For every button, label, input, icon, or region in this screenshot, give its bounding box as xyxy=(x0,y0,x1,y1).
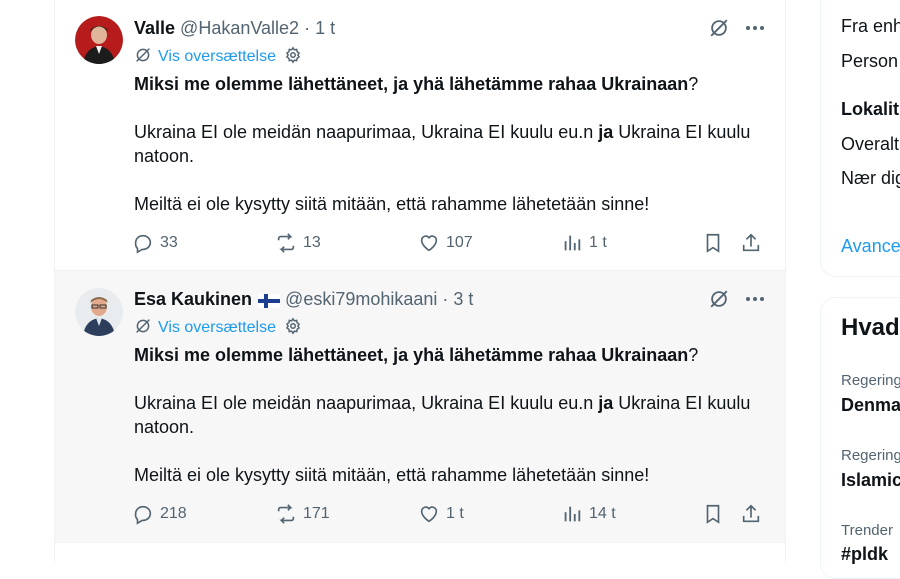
repost-button[interactable]: 171 xyxy=(275,501,330,527)
reply-icon xyxy=(134,505,152,525)
tweet[interactable]: Valle @HakanValle2 · 1 t Vis oversættels… xyxy=(55,0,785,271)
trend-name[interactable]: Denma xyxy=(841,395,900,416)
tweet-top-icons xyxy=(707,16,767,40)
translation-settings-gear-icon[interactable] xyxy=(284,317,302,340)
views-button[interactable]: 14 t xyxy=(561,501,616,527)
like-count: 107 xyxy=(446,234,473,251)
reply-count: 218 xyxy=(160,505,187,522)
tweet-top-icons xyxy=(707,287,767,311)
finnish-flag-icon xyxy=(258,292,281,308)
grok-icon[interactable] xyxy=(707,287,731,311)
reply-count: 33 xyxy=(160,234,178,251)
filter-option[interactable]: Fra enh xyxy=(841,16,900,37)
search-filters-card: Fra enh Person Lokalit Overalt Nær dig A… xyxy=(820,0,900,277)
reply-icon xyxy=(134,234,152,254)
translate-icon xyxy=(134,46,152,69)
user-handle[interactable]: @HakanValle2 xyxy=(180,18,299,39)
view-count: 14 t xyxy=(589,505,616,522)
translate-row: Vis oversættelse xyxy=(134,317,302,339)
user-handle[interactable]: @eski79mohikaani xyxy=(285,289,437,310)
tweet-paragraph: Ukraina EI ole meidän naapurimaa, Ukrain… xyxy=(134,393,751,437)
bookmark-button[interactable] xyxy=(702,230,724,256)
tweet-paragraph: Meiltä ei ole kysytty siitä mitään, että… xyxy=(134,194,650,214)
views-chart-icon xyxy=(564,235,581,251)
bookmark-icon xyxy=(706,233,720,253)
advanced-search-link[interactable]: Avance xyxy=(841,236,900,257)
share-icon xyxy=(742,233,760,252)
translate-row: Vis oversættelse xyxy=(134,46,302,68)
right-sidebar: Fra enh Person Lokalit Overalt Nær dig A… xyxy=(820,0,900,579)
tweet-paragraph: Meiltä ei ole kysytty siitä mitään, että… xyxy=(134,465,650,485)
reply-button[interactable]: 33 xyxy=(132,230,178,256)
filter-option[interactable]: Person xyxy=(841,51,898,72)
tweet-text: Miksi me olemme lähettäneet, ja yhä lähe… xyxy=(134,72,774,216)
trends-card: Hvad Regering Denma Regering Islamic Tre… xyxy=(820,297,900,579)
timestamp[interactable]: 1 t xyxy=(315,18,335,39)
avatar[interactable] xyxy=(75,16,123,64)
show-translation-link[interactable]: Vis oversættelse xyxy=(158,319,276,337)
separator-dot: · xyxy=(304,17,311,38)
like-button[interactable]: 1 t xyxy=(418,501,464,527)
separator-dot: · xyxy=(442,288,449,309)
location-option[interactable]: Overalt xyxy=(841,134,899,155)
tweet-header: Valle @HakanValle2 · 1 t xyxy=(134,16,335,40)
tweet-paragraph: Miksi me olemme lähettäneet, ja yhä lähe… xyxy=(134,345,699,365)
tweet-paragraph: Ukraina EI ole meidän naapurimaa, Ukrain… xyxy=(134,122,751,166)
share-icon xyxy=(742,504,760,523)
bookmark-button[interactable] xyxy=(702,501,724,527)
location-heading: Lokalit xyxy=(841,99,900,119)
tweet-header: Esa Kaukinen @eski79mohikaani · 3 t xyxy=(134,287,473,311)
views-chart-icon xyxy=(564,506,581,522)
trend-name[interactable]: Islamic xyxy=(841,470,900,491)
share-button[interactable] xyxy=(740,501,762,527)
location-option[interactable]: Nær dig xyxy=(841,168,900,189)
more-options-icon[interactable] xyxy=(743,16,767,40)
display-name[interactable]: Esa Kaukinen xyxy=(134,289,252,310)
display-name[interactable]: Valle xyxy=(134,18,175,39)
heart-icon xyxy=(420,506,438,523)
repost-count: 171 xyxy=(303,505,330,522)
tweet-actions: 218 171 1 t 14 t xyxy=(132,501,768,527)
views-button[interactable]: 1 t xyxy=(561,230,607,256)
repost-button[interactable]: 13 xyxy=(275,230,321,256)
avatar[interactable] xyxy=(75,288,123,336)
translation-settings-gear-icon[interactable] xyxy=(284,46,302,69)
view-count: 1 t xyxy=(589,234,607,251)
trend-context: Trender xyxy=(841,522,893,539)
heart-icon xyxy=(420,235,438,252)
share-button[interactable] xyxy=(740,230,762,256)
bookmark-icon xyxy=(706,504,720,524)
grok-icon[interactable] xyxy=(707,16,731,40)
translate-icon xyxy=(134,317,152,340)
tweet-paragraph: Miksi me olemme lähettäneet, ja yhä lähe… xyxy=(134,74,699,94)
trends-title: Hvad xyxy=(841,314,900,341)
tweet[interactable]: Esa Kaukinen @eski79mohikaani · 3 t Vis … xyxy=(55,271,785,543)
like-count: 1 t xyxy=(446,505,464,522)
tweet-actions: 33 13 107 1 t xyxy=(132,230,768,256)
timestamp[interactable]: 3 t xyxy=(453,289,473,310)
tweet-text: Miksi me olemme lähettäneet, ja yhä lähe… xyxy=(134,343,774,487)
show-translation-link[interactable]: Vis oversættelse xyxy=(158,48,276,66)
more-options-icon[interactable] xyxy=(743,287,767,311)
timeline: Valle @HakanValle2 · 1 t Vis oversættels… xyxy=(54,0,786,562)
like-button[interactable]: 107 xyxy=(418,230,473,256)
repost-count: 13 xyxy=(303,234,321,251)
trend-context: Regering xyxy=(841,372,900,389)
repost-icon xyxy=(277,233,295,253)
reply-button[interactable]: 218 xyxy=(132,501,187,527)
repost-icon xyxy=(277,504,295,524)
trend-context: Regering xyxy=(841,447,900,464)
